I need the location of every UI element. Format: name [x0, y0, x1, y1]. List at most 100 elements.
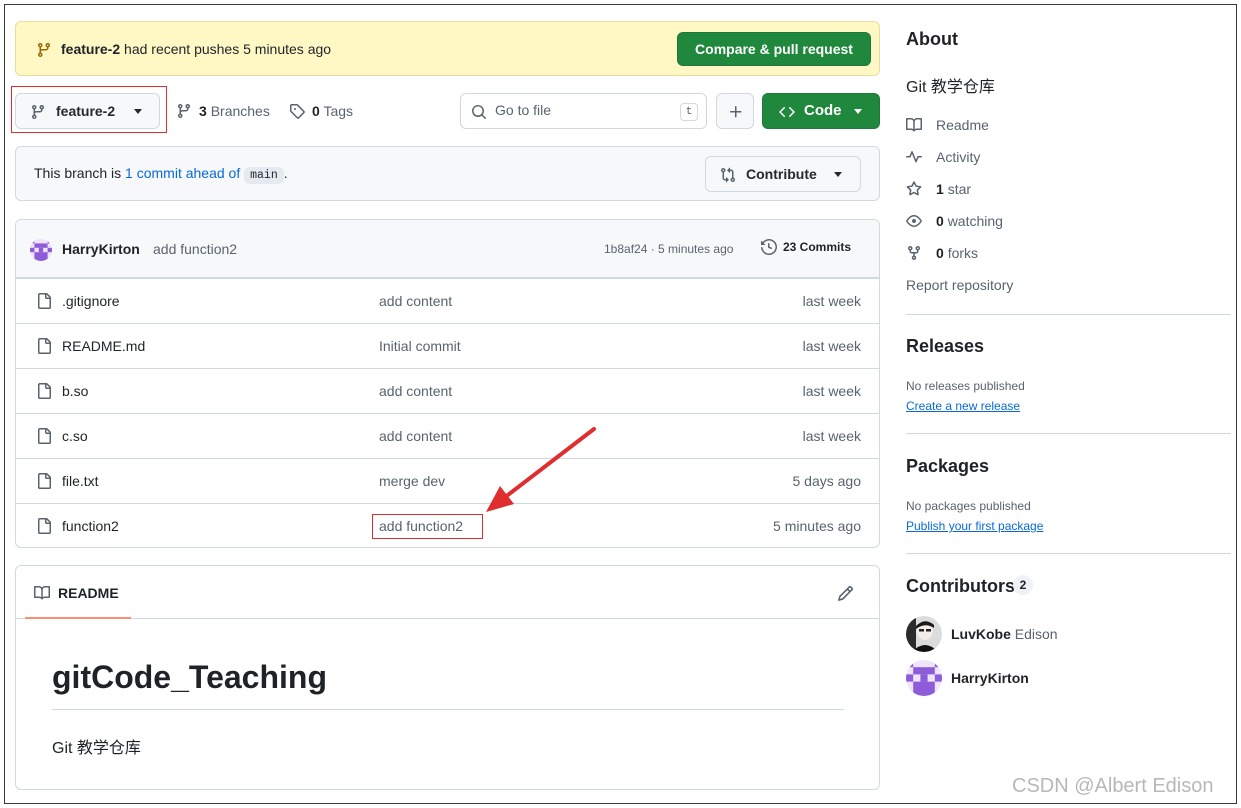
create-release-link[interactable]: Create a new release: [906, 399, 1020, 413]
code-icon: [778, 104, 796, 120]
tags-count: 0: [312, 103, 320, 119]
branch-status-suffix: .: [283, 165, 288, 181]
contributors-count-badge: 2: [1013, 575, 1033, 595]
file-commit-message[interactable]: add content: [379, 428, 452, 444]
book-icon: [906, 117, 922, 133]
annotation-highlight-commit: [372, 514, 483, 539]
stars-label: star: [947, 181, 972, 197]
report-repository-link[interactable]: Report repository: [906, 277, 1013, 293]
contribute-label: Contribute: [746, 166, 817, 182]
packages-heading[interactable]: Packages: [906, 456, 989, 477]
repo-forked-icon: [906, 245, 922, 261]
table-row[interactable]: c.so add content last week: [16, 413, 879, 458]
readme-tab-label: README: [58, 585, 119, 601]
releases-heading[interactable]: Releases: [906, 336, 984, 357]
file-icon: [36, 518, 52, 534]
file-name[interactable]: function2: [62, 518, 119, 534]
file-name[interactable]: b.so: [62, 383, 88, 399]
file-icon: [36, 338, 52, 354]
file-commit-time: last week: [802, 383, 861, 399]
watchers-link[interactable]: 0 watching: [906, 213, 1003, 229]
code-button-label: Code: [804, 102, 842, 119]
file-commit-message[interactable]: merge dev: [379, 473, 445, 489]
activity-label: Activity: [936, 149, 981, 165]
file-icon: [36, 293, 52, 309]
divider: [906, 433, 1231, 434]
file-commit-message[interactable]: add content: [379, 293, 452, 309]
publish-package-link[interactable]: Publish your first package: [906, 519, 1043, 533]
commit-author[interactable]: HarryKirton: [62, 241, 140, 257]
branches-count: 3: [199, 103, 207, 119]
forks-link[interactable]: 0 forks: [906, 245, 978, 261]
file-commit-time: 5 days ago: [792, 473, 862, 489]
table-row[interactable]: README.md Initial commit last week: [16, 323, 879, 368]
contributor-name: Edison: [1014, 626, 1058, 642]
tags-label: Tags: [323, 103, 354, 119]
file-commit-time: 5 minutes ago: [773, 518, 861, 534]
branches-link[interactable]: 3 Branches: [176, 103, 270, 119]
forks-label: forks: [947, 245, 979, 261]
avatar[interactable]: [30, 239, 52, 261]
tab-readme[interactable]: README: [34, 585, 119, 601]
git-compare-icon: [720, 167, 736, 183]
pencil-icon[interactable]: [837, 585, 854, 602]
file-icon: [36, 383, 52, 399]
stars-link[interactable]: 1 star: [906, 181, 971, 197]
avatar[interactable]: [906, 616, 942, 652]
table-row[interactable]: .gitignore add content last week: [16, 278, 879, 323]
file-name[interactable]: file.txt: [62, 473, 99, 489]
divider: [906, 553, 1231, 554]
commits-ahead-link[interactable]: 1 commit ahead of: [125, 165, 240, 181]
avatar[interactable]: [906, 660, 942, 696]
forks-count: 0: [936, 245, 944, 261]
compare-pull-request-button[interactable]: Compare & pull request: [677, 32, 871, 66]
branch-status-bar: This branch is 1 commit ahead of main. C…: [15, 146, 880, 201]
base-branch-label: main: [244, 167, 284, 184]
contributor-item[interactable]: HarryKirton: [906, 660, 1029, 696]
file-name[interactable]: README.md: [62, 338, 145, 354]
banner-message: had recent pushes 5 minutes ago: [120, 41, 332, 57]
table-row[interactable]: file.txt merge dev 5 days ago: [16, 458, 879, 503]
about-heading: About: [906, 29, 958, 49]
book-icon: [34, 585, 50, 601]
contributor-item[interactable]: LuvKobe Edison: [906, 616, 1058, 652]
file-name[interactable]: .gitignore: [62, 293, 120, 309]
star-icon: [906, 181, 922, 197]
chevron-down-icon: [854, 109, 862, 114]
commit-sha-time[interactable]: 1b8af24 · 5 minutes ago: [604, 242, 733, 256]
eye-icon: [906, 213, 922, 229]
commits-history-link[interactable]: 23 Commits: [761, 239, 851, 255]
table-row[interactable]: b.so add content last week: [16, 368, 879, 413]
recent-push-banner: feature-2 had recent pushes 5 minutes ag…: [15, 21, 880, 76]
contribute-button[interactable]: Contribute: [705, 156, 861, 192]
readme-tab-bar: README: [16, 566, 879, 619]
go-to-file-search[interactable]: t: [460, 93, 707, 129]
git-branch-icon: [36, 42, 52, 58]
annotation-arrow-icon: [486, 427, 596, 512]
file-name[interactable]: c.so: [62, 428, 88, 444]
code-button[interactable]: Code: [762, 93, 880, 129]
contributor-login: LuvKobe: [951, 626, 1011, 642]
readme-link[interactable]: Readme: [906, 117, 989, 133]
pulse-icon: [906, 149, 922, 165]
commit-message[interactable]: add function2: [153, 241, 237, 257]
active-tab-underline: [25, 617, 131, 619]
file-commit-time: last week: [802, 338, 861, 354]
contributors-heading[interactable]: Contributors: [906, 576, 1015, 597]
chevron-down-icon: [834, 172, 842, 177]
latest-commit-header: HarryKirton add function2 1b8af24 · 5 mi…: [16, 220, 879, 278]
stars-count: 1: [936, 181, 944, 197]
annotation-highlight-branch: [11, 86, 167, 133]
plus-icon: [728, 104, 744, 120]
file-commit-message[interactable]: add content: [379, 383, 452, 399]
divider: [906, 314, 1231, 315]
keyboard-shortcut-hint: t: [680, 103, 698, 121]
releases-empty-text: No releases published: [906, 379, 1025, 393]
go-to-file-input[interactable]: [495, 102, 665, 118]
readme-body: Git 教学仓库: [52, 740, 141, 757]
activity-link[interactable]: Activity: [906, 149, 980, 165]
add-file-button[interactable]: [716, 93, 754, 129]
tags-link[interactable]: 0 Tags: [289, 103, 353, 119]
file-commit-message[interactable]: Initial commit: [379, 338, 461, 354]
file-icon: [36, 473, 52, 489]
